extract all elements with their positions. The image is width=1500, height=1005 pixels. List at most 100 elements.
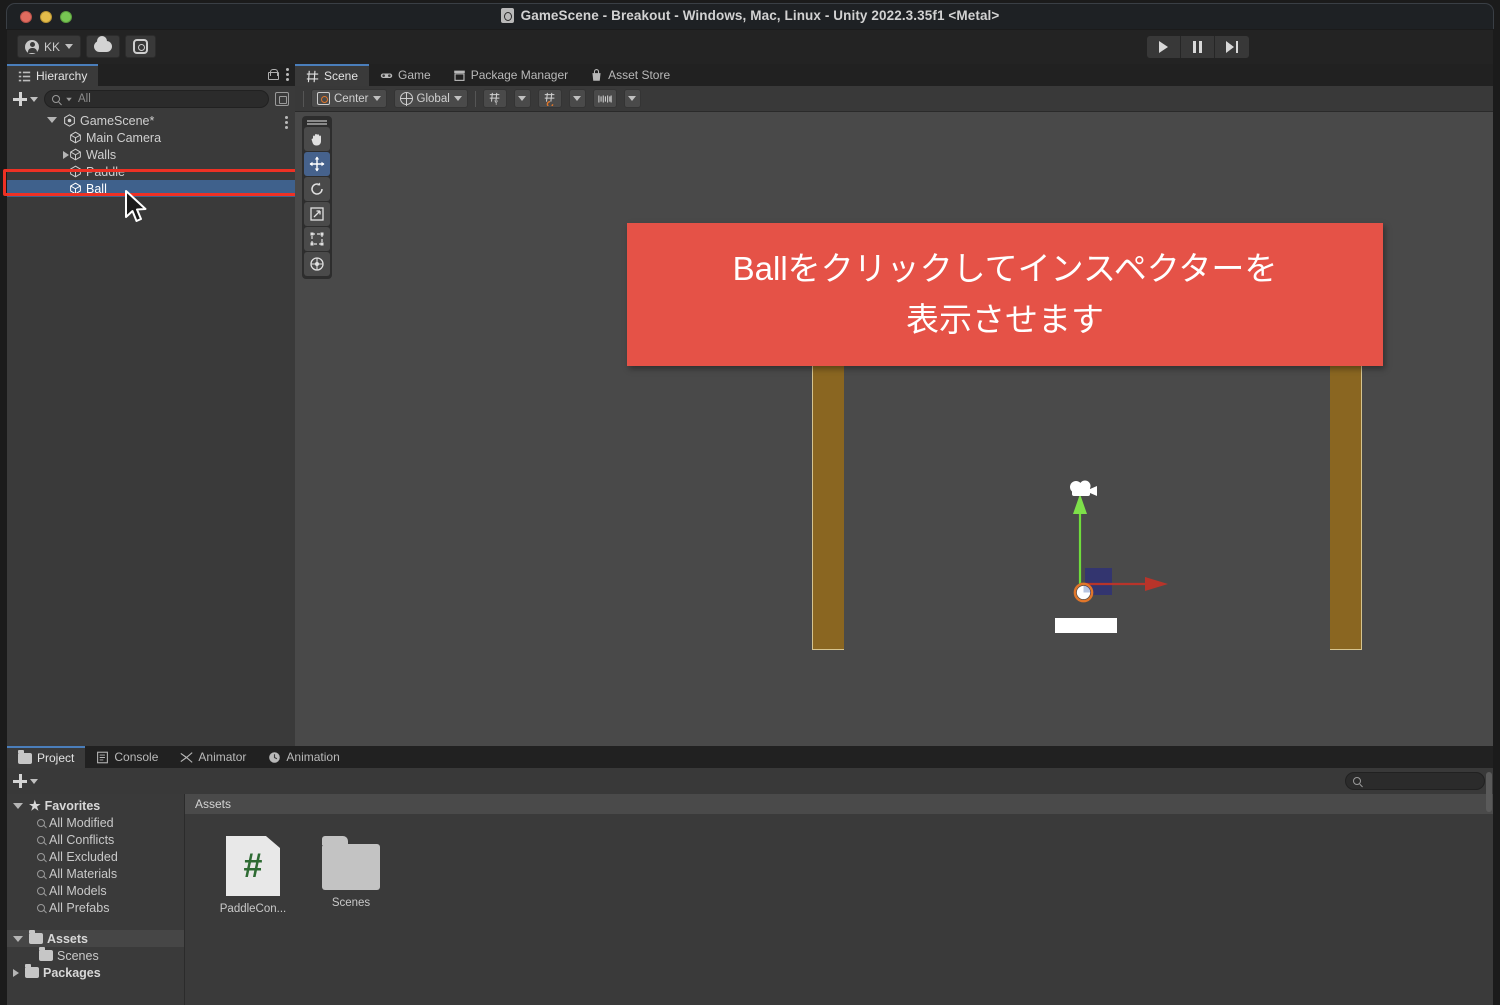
tab-animator[interactable]: Animator [169, 746, 257, 768]
grid-axis-icon: Y [489, 92, 500, 106]
chevron-down-icon[interactable] [13, 935, 23, 942]
tab-animation[interactable]: Animation [257, 746, 350, 768]
scale-tool-button[interactable] [304, 202, 330, 226]
tab-scene-label: Scene [324, 69, 359, 83]
paddle-object[interactable] [1055, 618, 1117, 633]
plus-icon [13, 92, 27, 106]
tab-hierarchy[interactable]: Hierarchy [7, 64, 99, 86]
hierarchy-search-placeholder: All [78, 93, 91, 105]
project-tree-all-conflicts[interactable]: All Conflicts [7, 831, 184, 848]
chevron-down-icon [372, 96, 381, 101]
step-icon [1226, 41, 1238, 53]
tab-asset-store[interactable]: Asset Store [579, 64, 681, 86]
transform-tool-button[interactable] [304, 252, 330, 276]
hand-icon [311, 134, 321, 146]
hierarchy-item-paddle[interactable]: Paddle [7, 163, 295, 180]
scale-ruler-button[interactable] [592, 89, 617, 108]
chevron-down-icon[interactable] [13, 802, 23, 809]
kebab-menu-icon[interactable] [286, 68, 289, 81]
tab-console[interactable]: Console [85, 746, 169, 768]
chevron-down-icon[interactable] [47, 117, 57, 123]
project-scrollbar[interactable] [1486, 772, 1492, 812]
grid-visibility-button[interactable]: Y [482, 89, 507, 108]
project-tree-all-excluded[interactable]: All Excluded [7, 848, 184, 865]
settings-button[interactable] [125, 35, 157, 58]
gear-icon [133, 39, 149, 54]
tab-asset-store-label: Asset Store [608, 68, 671, 82]
project-tabbar: Project Console Animator Animation [7, 746, 1493, 768]
grid-snapping-dropdown[interactable] [568, 89, 586, 108]
project-tree-label: Scenes [57, 948, 99, 963]
hierarchy-item-walls[interactable]: Walls [7, 146, 295, 163]
project-tree-scenes[interactable]: Scenes [7, 947, 184, 964]
ball-object[interactable] [1073, 582, 1094, 603]
hierarchy-item-ball[interactable]: Ball [7, 180, 295, 197]
hierarchy-item-gamescene[interactable]: GameScene* [7, 112, 295, 129]
grid-visibility-dropdown[interactable] [513, 89, 531, 108]
chevron-right-icon[interactable] [13, 968, 19, 977]
project-tree-all-prefabs[interactable]: All Prefabs [7, 899, 184, 916]
search-filter-icon[interactable] [275, 92, 289, 106]
tab-scene[interactable]: Scene [295, 64, 370, 86]
chevron-right-icon[interactable] [63, 150, 69, 159]
tab-game-label: Game [398, 68, 431, 82]
add-gameobject-button[interactable] [13, 92, 38, 106]
hierarchy-item-label: GameScene* [80, 113, 155, 128]
hand-tool-button[interactable] [304, 127, 330, 151]
scene-stage [812, 334, 1362, 650]
project-tree-packages[interactable]: Packages [7, 964, 184, 981]
move-tool-button[interactable] [304, 152, 330, 176]
asset-item-scenes[interactable]: Scenes [311, 836, 391, 915]
project-tree-all-materials[interactable]: All Materials [7, 865, 184, 882]
scene-viewport[interactable]: Ballをクリックしてインスペクターを 表示させます [295, 112, 1493, 746]
folder-icon [39, 947, 53, 961]
title-bar: GameScene - Breakout - Windows, Mac, Lin… [0, 0, 1500, 30]
palette-drag-handle[interactable] [307, 119, 327, 125]
search-icon [37, 869, 45, 878]
lock-icon[interactable] [268, 69, 279, 80]
scale-icon [310, 207, 324, 221]
camera-gizmo-icon[interactable] [1067, 478, 1101, 504]
project-tree-assets[interactable]: Assets [7, 930, 184, 947]
chevron-down-icon [66, 97, 72, 101]
pivot-mode-dropdown[interactable]: Center [311, 89, 387, 108]
kebab-menu-icon[interactable] [285, 116, 288, 129]
scene-grid-icon [306, 70, 319, 82]
folder-icon [18, 749, 32, 764]
hierarchy-search-row: All [7, 86, 295, 112]
project-tree-all-modified[interactable]: All Modified [7, 814, 184, 831]
toolbar-divider [303, 90, 304, 107]
project-search-input[interactable] [1345, 772, 1485, 790]
account-button[interactable]: KK [17, 35, 82, 58]
play-button[interactable] [1147, 36, 1181, 58]
gameobject-icon [70, 182, 81, 195]
unity-main-toolbar: KK [7, 30, 1493, 64]
cloud-button[interactable] [86, 35, 121, 58]
tab-hierarchy-label: Hierarchy [36, 69, 88, 83]
hierarchy-item-main-camera[interactable]: Main Camera [7, 129, 295, 146]
grid-snapping-button[interactable] [537, 89, 562, 108]
tab-game[interactable]: Game [369, 64, 442, 86]
project-tree-all-models[interactable]: All Models [7, 882, 184, 899]
project-tree-label: Packages [43, 965, 101, 980]
tab-package-manager-label: Package Manager [470, 68, 569, 82]
hierarchy-search-input[interactable]: All [44, 90, 269, 108]
search-icon [52, 95, 60, 103]
rect-tool-button[interactable] [304, 227, 330, 251]
scale-ruler-dropdown[interactable] [623, 89, 641, 108]
step-button[interactable] [1215, 36, 1249, 58]
chevron-down-icon [573, 96, 582, 101]
project-tree-favorites[interactable]: ★ Favorites [7, 797, 184, 814]
svg-text:Y: Y [494, 100, 498, 106]
rotate-tool-button[interactable] [304, 177, 330, 201]
asset-item-paddlecontroller[interactable]: # PaddleCon... [213, 836, 293, 915]
search-icon [37, 835, 45, 844]
search-icon [37, 903, 45, 912]
rotate-icon [311, 182, 323, 195]
pause-button[interactable] [1181, 36, 1215, 58]
unity-editor-window: GameScene - Breakout - Windows, Mac, Lin… [0, 0, 1500, 1005]
tab-package-manager[interactable]: Package Manager [442, 64, 579, 86]
tab-project[interactable]: Project [7, 746, 86, 768]
handle-space-dropdown[interactable]: Global [393, 89, 468, 108]
project-add-button[interactable] [13, 774, 38, 788]
